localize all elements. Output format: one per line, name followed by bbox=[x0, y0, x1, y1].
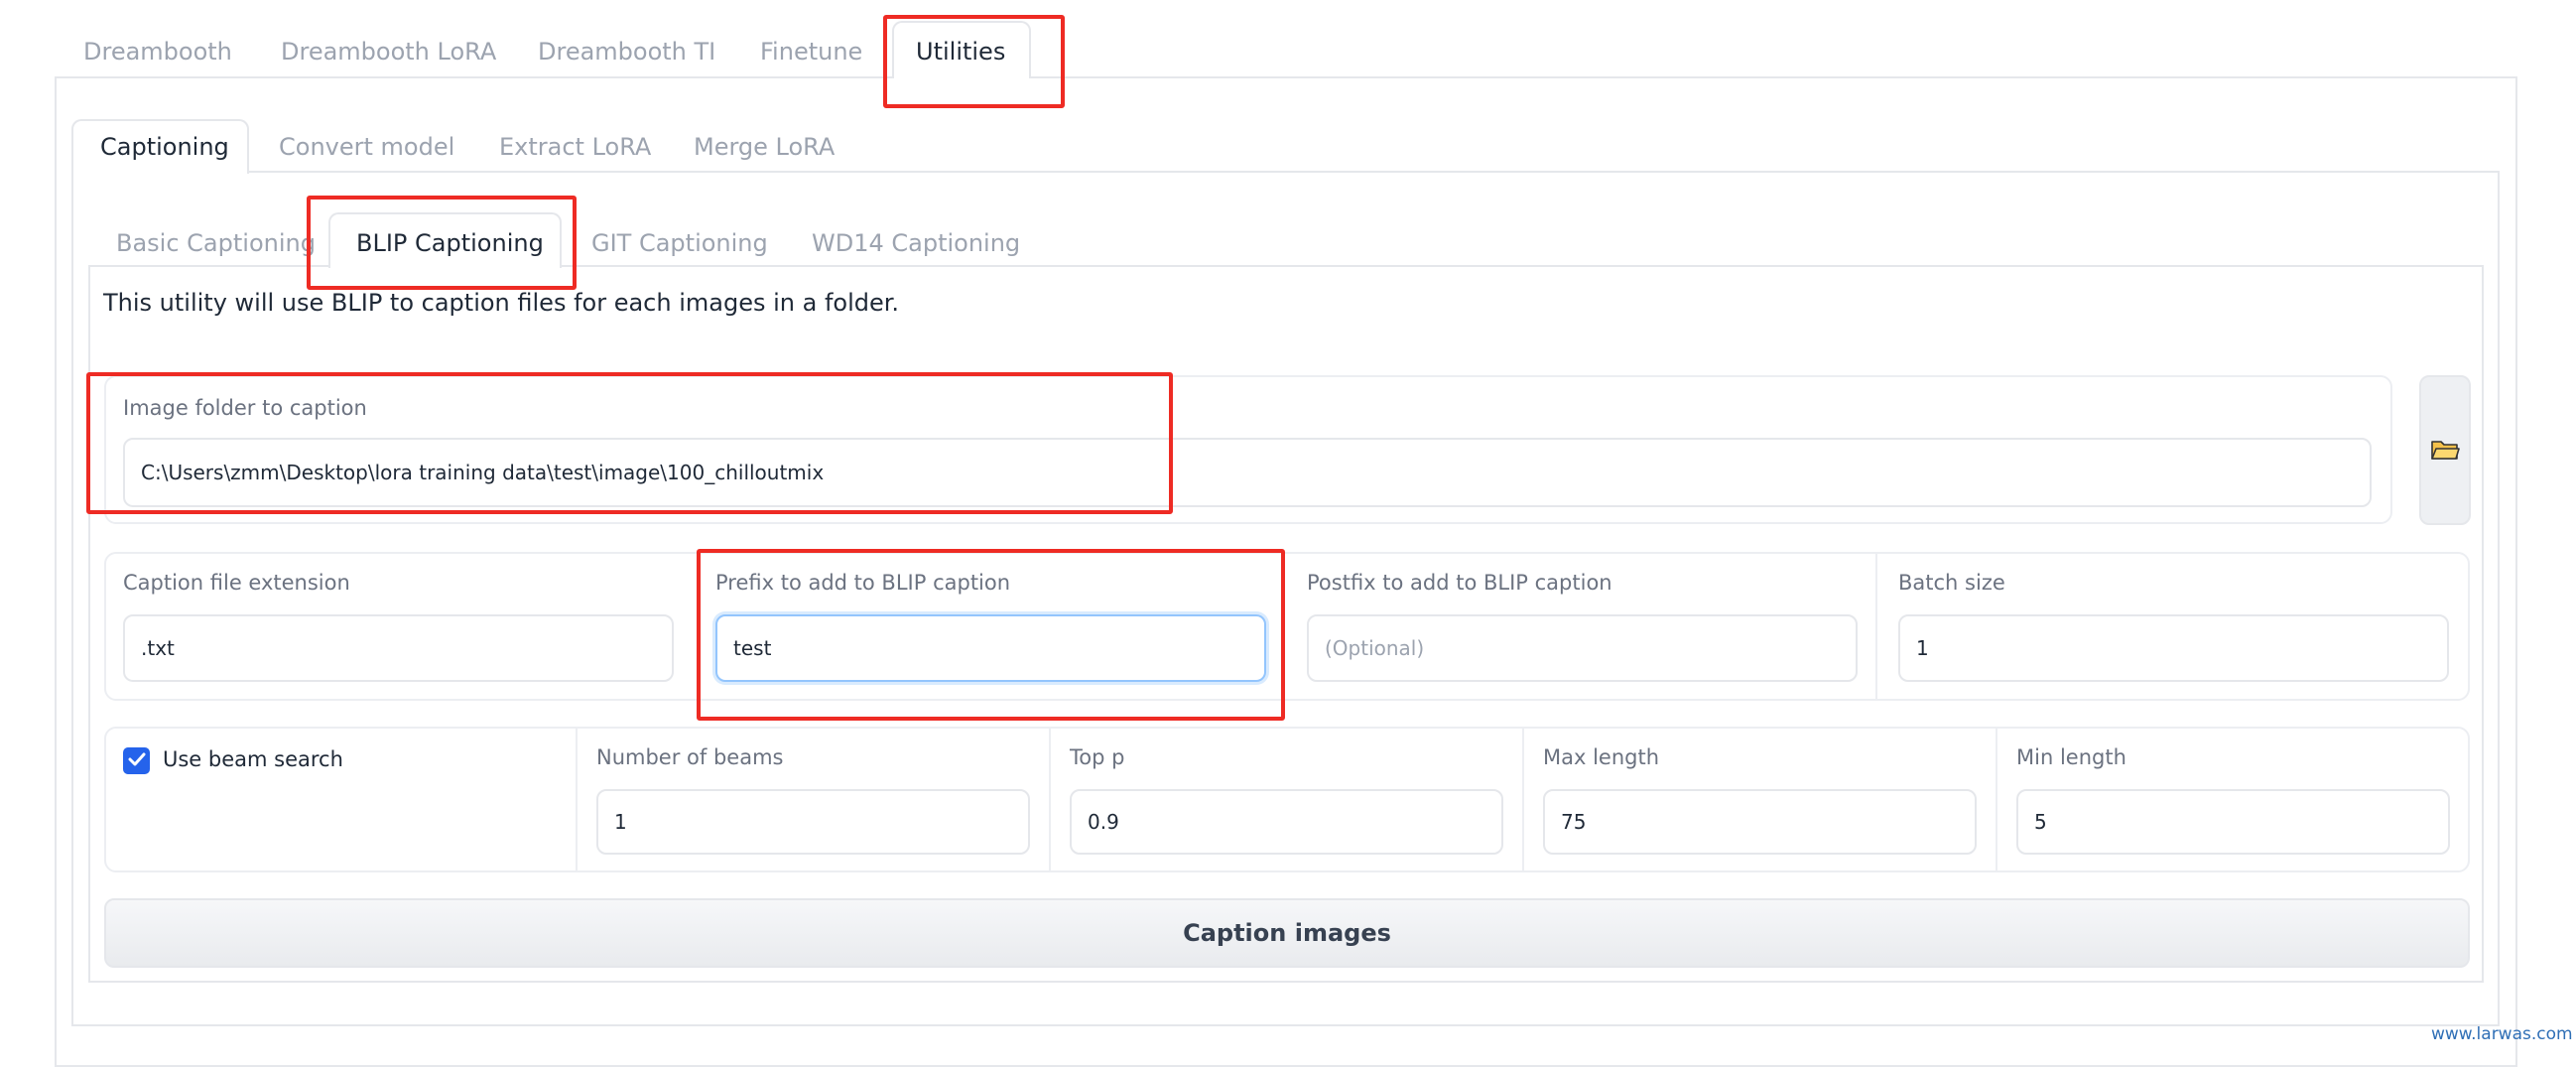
prefix-value: test bbox=[733, 636, 772, 660]
tab-finetune[interactable]: Finetune bbox=[760, 40, 862, 64]
caption-ext-label: Caption file extension bbox=[123, 571, 350, 595]
watermark-text: www.larwas.com bbox=[2431, 1024, 2573, 1044]
prefix-label: Prefix to add to BLIP caption bbox=[715, 571, 1011, 595]
top-p-value: 0.9 bbox=[1088, 810, 1119, 834]
image-folder-label: Image folder to caption bbox=[123, 396, 367, 420]
batch-size-input[interactable]: 1 bbox=[1898, 614, 2449, 682]
postfix-label: Postfix to add to BLIP caption bbox=[1307, 571, 1612, 595]
tab-captioning[interactable]: Captioning bbox=[100, 135, 229, 159]
caption-ext-input[interactable]: .txt bbox=[123, 614, 674, 682]
num-beams-value: 1 bbox=[614, 810, 627, 834]
beam-search-label[interactable]: Use beam search bbox=[163, 747, 343, 771]
caption-ext-value: .txt bbox=[141, 636, 175, 660]
folder-icon bbox=[2430, 437, 2460, 465]
image-folder-input[interactable]: C:\Users\zmm\Desktop\lora training data\… bbox=[123, 438, 2372, 507]
postfix-input[interactable]: (Optional) bbox=[1307, 614, 1858, 682]
num-beams-input[interactable]: 1 bbox=[596, 789, 1030, 855]
max-length-value: 75 bbox=[1561, 810, 1587, 834]
tab-basic-captioning[interactable]: Basic Captioning bbox=[116, 231, 316, 255]
min-length-value: 5 bbox=[2034, 810, 2047, 834]
description-text: This utility will use BLIP to caption fi… bbox=[103, 289, 900, 317]
top-p-input[interactable]: 0.9 bbox=[1070, 789, 1503, 855]
divider bbox=[1522, 728, 1524, 871]
beam-search-checkbox[interactable] bbox=[123, 747, 150, 774]
tab-dreambooth-lora[interactable]: Dreambooth LoRA bbox=[281, 40, 496, 64]
tab-dreambooth-ti[interactable]: Dreambooth TI bbox=[538, 40, 715, 64]
num-beams-label: Number of beams bbox=[596, 745, 784, 769]
check-icon bbox=[128, 751, 146, 770]
batch-size-label: Batch size bbox=[1898, 571, 2005, 595]
tab-utilities[interactable]: Utilities bbox=[916, 40, 1005, 64]
postfix-placeholder: (Optional) bbox=[1325, 636, 1425, 660]
divider bbox=[1049, 728, 1051, 871]
caption-images-label: Caption images bbox=[1183, 919, 1391, 947]
max-length-input[interactable]: 75 bbox=[1543, 789, 1977, 855]
tab-merge-lora[interactable]: Merge LoRA bbox=[694, 135, 835, 159]
divider bbox=[576, 728, 578, 871]
divider bbox=[1875, 553, 1877, 700]
divider bbox=[1996, 728, 1997, 871]
folder-button[interactable] bbox=[2419, 375, 2471, 525]
top-p-label: Top p bbox=[1070, 745, 1125, 769]
min-length-input[interactable]: 5 bbox=[2016, 789, 2450, 855]
tab-dreambooth[interactable]: Dreambooth bbox=[83, 40, 232, 64]
max-length-label: Max length bbox=[1543, 745, 1660, 769]
image-folder-value: C:\Users\zmm\Desktop\lora training data\… bbox=[141, 461, 825, 484]
caption-images-button[interactable]: Caption images bbox=[104, 898, 2470, 968]
tab-convert-model[interactable]: Convert model bbox=[279, 135, 454, 159]
tab-blip-captioning[interactable]: BLIP Captioning bbox=[356, 231, 544, 255]
tab-git-captioning[interactable]: GIT Captioning bbox=[591, 231, 768, 255]
min-length-label: Min length bbox=[2016, 745, 2126, 769]
prefix-input[interactable]: test bbox=[715, 614, 1266, 682]
batch-size-value: 1 bbox=[1916, 636, 1929, 660]
tab-extract-lora[interactable]: Extract LoRA bbox=[499, 135, 651, 159]
tab-wd14-captioning[interactable]: WD14 Captioning bbox=[812, 231, 1020, 255]
